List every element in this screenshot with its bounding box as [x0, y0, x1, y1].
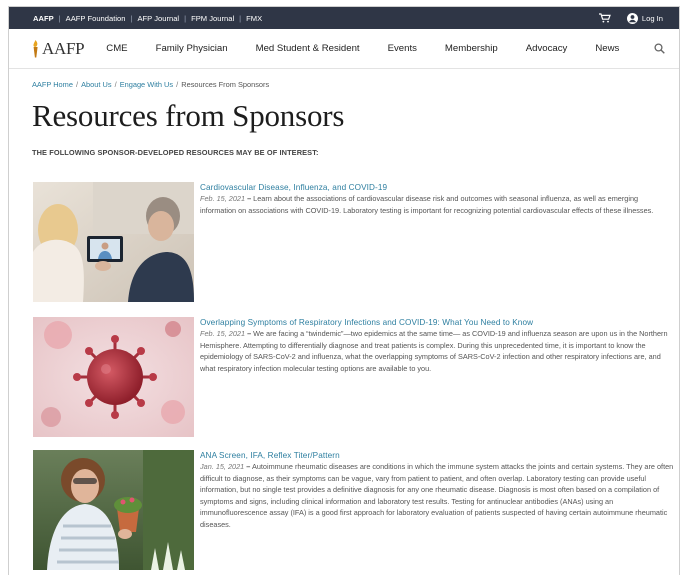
utility-link-fpm-journal[interactable]: FPM Journal	[191, 14, 234, 23]
intro-text: THE FOLLOWING SPONSOR-DEVELOPED RESOURCE…	[32, 148, 319, 157]
utility-link-foundation[interactable]: AAFP Foundation	[66, 14, 126, 23]
article-title[interactable]: Cardiovascular Disease, Influenza, and C…	[200, 183, 674, 192]
nav-item-advocacy[interactable]: Advocacy	[526, 43, 568, 54]
nav-item-family-physician[interactable]: Family Physician	[156, 43, 228, 54]
breadcrumb-home[interactable]: AAFP Home	[32, 80, 73, 89]
breadcrumb-separator: /	[112, 80, 119, 89]
article-item: ANA Screen, IFA, Reflex Titer/Pattern Ja…	[33, 450, 674, 570]
utility-link-fmx[interactable]: FMX	[246, 14, 262, 23]
login-label: Log In	[641, 13, 663, 23]
nav-item-med-student-resident[interactable]: Med Student & Resident	[256, 43, 360, 54]
account-area: Log In	[598, 12, 663, 24]
article-summary: Feb. 15, 2021 – We are facing a “twindem…	[200, 328, 674, 374]
breadcrumb-separator: /	[174, 80, 181, 89]
nav-item-news[interactable]: News	[595, 43, 619, 54]
logo-text: AAFP	[42, 38, 85, 58]
article-dash: –	[246, 462, 251, 471]
browser-page: AAFP | AAFP Foundation | AFP Journal | F…	[8, 6, 680, 575]
article-date: Feb. 15, 2021	[200, 329, 246, 338]
nav-item-membership[interactable]: Membership	[445, 43, 498, 54]
torch-icon	[31, 39, 40, 58]
separator: |	[239, 13, 242, 23]
breadcrumb-current: Resources From Sponsors	[181, 80, 270, 89]
breadcrumb-engage[interactable]: Engage With Us	[120, 80, 173, 89]
nav-items: CME Family Physician Med Student & Resid…	[106, 43, 654, 54]
article-summary: Jan. 15, 2021 – Autoimmune rheumatic dis…	[200, 461, 674, 531]
page-title: Resources from Sponsors	[32, 98, 345, 133]
cart-icon[interactable]	[598, 13, 611, 23]
article-image-gardening[interactable]	[33, 450, 194, 570]
search-icon[interactable]	[654, 43, 665, 54]
article-summary: Feb. 15, 2021 – Learn about the associat…	[200, 193, 674, 216]
breadcrumb-about-us[interactable]: About Us	[81, 80, 111, 89]
utility-links: AAFP | AAFP Foundation | AFP Journal | F…	[33, 14, 262, 23]
main-content: AAFP Home / About Us / Engage With Us / …	[9, 80, 679, 157]
utility-link-afp-journal[interactable]: AFP Journal	[137, 14, 179, 23]
article-image-couple-telehealth[interactable]	[33, 182, 194, 302]
article-date: Jan. 15, 2021	[200, 462, 245, 471]
breadcrumb-separator: /	[73, 80, 81, 89]
article-dash: –	[247, 194, 252, 203]
utility-bar: AAFP | AAFP Foundation | AFP Journal | F…	[9, 7, 679, 29]
user-icon	[626, 12, 638, 24]
article-item: Cardiovascular Disease, Influenza, and C…	[33, 182, 674, 302]
main-nav: AAFP CME Family Physician Med Student & …	[9, 29, 679, 69]
nav-item-cme[interactable]: CME	[106, 43, 127, 54]
aafp-logo[interactable]: AAFP	[31, 38, 85, 59]
article-title[interactable]: ANA Screen, IFA, Reflex Titer/Pattern	[200, 451, 674, 460]
utility-link-aafp[interactable]: AAFP	[33, 14, 54, 23]
article-description: Autoimmune rheumatic diseases are condit…	[200, 462, 674, 529]
article-date: Feb. 15, 2021	[200, 194, 246, 203]
article-text: Overlapping Symptoms of Respiratory Infe…	[200, 317, 674, 437]
separator: |	[184, 13, 187, 23]
article-description: Learn about the associations of cardiova…	[200, 194, 654, 215]
article-dash: –	[247, 329, 252, 338]
article-image-virus[interactable]	[33, 317, 194, 437]
separator: |	[130, 13, 133, 23]
login-link[interactable]: Log In	[626, 12, 663, 24]
separator: |	[58, 13, 61, 23]
nav-item-events[interactable]: Events	[388, 43, 417, 54]
article-item: Overlapping Symptoms of Respiratory Infe…	[33, 317, 674, 437]
article-text: ANA Screen, IFA, Reflex Titer/Pattern Ja…	[200, 450, 674, 570]
article-description: We are facing a “twindemic”—two epidemic…	[200, 329, 668, 373]
article-title[interactable]: Overlapping Symptoms of Respiratory Infe…	[200, 318, 674, 327]
article-text: Cardiovascular Disease, Influenza, and C…	[200, 182, 674, 302]
breadcrumb: AAFP Home / About Us / Engage With Us / …	[32, 80, 679, 89]
